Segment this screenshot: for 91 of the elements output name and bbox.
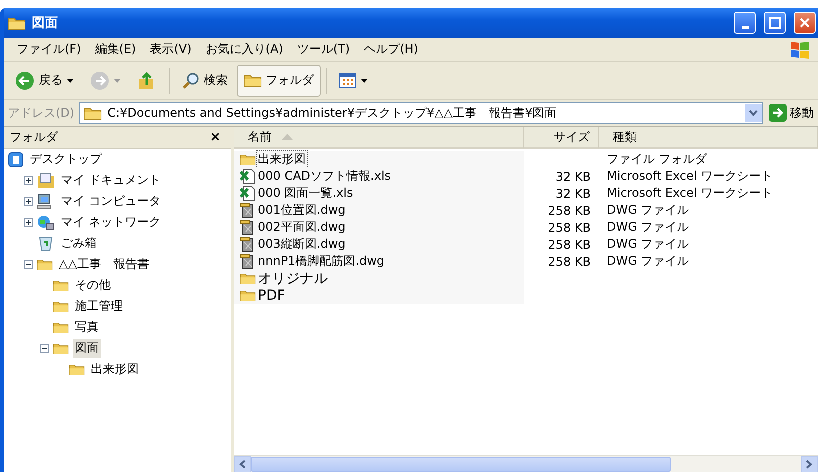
flag-icon — [788, 40, 812, 60]
caret-icon — [67, 78, 74, 82]
file-size: 258 KB — [547, 254, 592, 270]
tree-item[interactable]: ごみ箱 — [59, 234, 99, 253]
file-type: ファイル フォルダ — [606, 151, 708, 168]
go-button[interactable]: 移動 — [767, 104, 816, 122]
folder-icon — [240, 272, 256, 285]
search-icon — [182, 72, 200, 90]
recycle-bin-icon — [37, 236, 55, 252]
minimize-icon — [742, 26, 748, 28]
folder-icon — [8, 16, 26, 30]
folder-icon — [53, 300, 69, 313]
menu-item[interactable]: お気に入り(A) — [198, 41, 290, 58]
tree-item[interactable]: マイ コンピュータ — [59, 192, 163, 211]
tree-item[interactable]: その他 — [73, 276, 113, 295]
file-name[interactable]: PDF — [257, 288, 286, 304]
drawing-file-icon — [240, 220, 256, 236]
plus-icon — [25, 198, 32, 205]
maximize-button[interactable] — [764, 12, 786, 34]
collapse-button[interactable] — [40, 344, 49, 353]
folder-icon — [240, 289, 256, 302]
menu-item[interactable]: 編集(E) — [88, 41, 144, 58]
file-size: 32 KB — [554, 186, 592, 202]
tree-item[interactable]: マイ ネットワーク — [59, 213, 163, 232]
folder-icon — [37, 258, 53, 271]
expand-button[interactable] — [24, 197, 33, 206]
menu-item[interactable]: ツール(T) — [290, 41, 358, 58]
scroll-thumb[interactable] — [251, 457, 671, 472]
file-type: DWG ファイル — [606, 219, 690, 236]
file-size: 258 KB — [547, 220, 592, 236]
file-type: DWG ファイル — [606, 202, 690, 219]
drawing-file-icon — [240, 202, 256, 218]
desktop-icon — [8, 152, 24, 168]
folder-icon — [84, 106, 102, 120]
address-field[interactable]: C:¥Documents and Settings¥administer¥デスクトップ¥△△工事 報告書¥図面 — [78, 102, 763, 124]
tree-item[interactable]: マイ ドキュメント — [59, 171, 163, 190]
column-header[interactable]: 種類 — [599, 127, 818, 149]
file-type: DWG ファイル — [606, 236, 690, 253]
folder-icon — [53, 321, 69, 334]
search-button[interactable]: 検索 — [175, 64, 235, 96]
menu-item[interactable]: ヘルプ(H) — [357, 41, 426, 58]
drawing-file-icon — [240, 236, 256, 252]
file-name[interactable]: 出来形図 — [257, 151, 307, 168]
file-size: 32 KB — [554, 168, 592, 185]
menu-item[interactable]: 表示(V) — [143, 41, 199, 58]
minus-icon — [25, 261, 32, 268]
folder-icon — [244, 73, 262, 88]
minus-icon — [41, 345, 48, 352]
scroll-right-button[interactable] — [801, 456, 818, 472]
close-button[interactable]: × — [210, 130, 221, 145]
tree-item[interactable]: デスクトップ — [28, 150, 104, 169]
file-type: Microsoft Excel ワークシート — [606, 168, 774, 185]
folders-button[interactable]: フォルダ — [237, 64, 321, 96]
tree-item[interactable]: 出来形図 — [89, 360, 141, 379]
window-title: 図面 — [32, 15, 59, 32]
drawing-file-icon — [240, 254, 256, 270]
tree-item[interactable]: 図面 — [73, 339, 101, 358]
file-size: 258 KB — [547, 202, 592, 219]
file-type: DWG ファイル — [606, 253, 690, 270]
folder-icon — [69, 363, 85, 376]
plus-icon — [25, 219, 32, 226]
folder-icon — [53, 279, 69, 292]
tree-item[interactable]: 写真 — [73, 318, 101, 337]
expand-button[interactable] — [24, 176, 33, 185]
network-icon — [37, 214, 55, 230]
column-header[interactable]: サイズ — [524, 127, 599, 149]
plus-icon — [25, 177, 32, 184]
expand-button[interactable] — [24, 218, 33, 227]
documents-folder-icon — [37, 172, 55, 188]
collapse-button[interactable] — [24, 260, 33, 269]
folder-icon — [53, 342, 69, 355]
file-size: 258 KB — [547, 236, 592, 253]
caret-icon — [361, 78, 368, 82]
dropdown-icon[interactable] — [745, 104, 762, 122]
folder-icon — [240, 153, 256, 166]
tree-item[interactable]: △△工事 報告書 — [57, 255, 152, 274]
minimize-button[interactable] — [734, 12, 756, 34]
back-button[interactable]: 戻る — [8, 64, 81, 96]
maximize-icon — [769, 17, 781, 29]
address-label: アドレス(D) — [8, 104, 75, 122]
column-header[interactable]: 名前 — [234, 127, 524, 149]
close-icon — [799, 17, 811, 29]
close-button[interactable] — [794, 12, 816, 34]
file-type: Microsoft Excel ワークシート — [606, 185, 774, 202]
tree-item[interactable]: 施工管理 — [73, 297, 125, 316]
scroll-left-button[interactable] — [234, 456, 251, 472]
menu-item[interactable]: ファイル(F) — [10, 41, 88, 58]
views-icon — [339, 72, 357, 88]
horizontal-scrollbar[interactable] — [234, 455, 818, 472]
caret-icon — [114, 78, 121, 82]
pane-title: フォルダ — [10, 129, 58, 146]
